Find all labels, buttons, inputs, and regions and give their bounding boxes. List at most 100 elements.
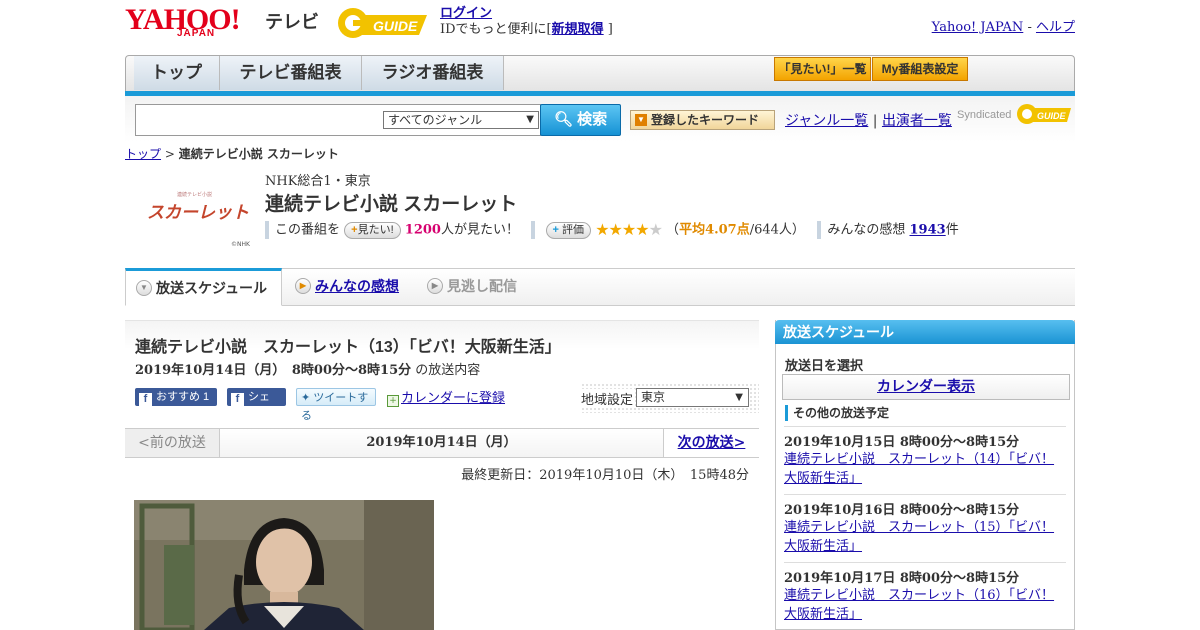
- login-area: ログイン IDでもっと便利に[新規取得 ]: [440, 6, 613, 38]
- calendar-register: + カレンダーに登録: [387, 387, 505, 407]
- calendar-view-link[interactable]: カレンダー表示: [877, 379, 975, 395]
- svg-text:GUIDE: GUIDE: [373, 18, 418, 34]
- tv-logo-label[interactable]: テレビ: [265, 8, 319, 34]
- last-updated: 最終更新日：2019年10月10日（木） 15時48分: [461, 468, 749, 483]
- next-broadcast-button[interactable]: 次の放送>: [663, 429, 759, 457]
- tab-reviews[interactable]: ▶ みんなの感想: [285, 269, 415, 305]
- schedule-item-date: 2019年10月16日 8時00分～8時15分: [784, 503, 1020, 518]
- chevron-down-icon: ▼: [735, 392, 743, 403]
- episode-title: 連続テレビ小説 スカーレット（13）「ビバ！大阪新生活」: [135, 339, 561, 356]
- performer-list-link[interactable]: 出演者一覧: [882, 113, 952, 129]
- star-empty-icon: ★: [648, 220, 663, 239]
- chevron-down-icon: ▼: [635, 114, 647, 126]
- schedule-item-date: 2019年10月15日 8時00分～8時15分: [784, 435, 1020, 450]
- search-icon: 🔍︎: [553, 111, 573, 128]
- svg-text:GUIDE: GUIDE: [1037, 111, 1067, 121]
- nav-tab-top[interactable]: トップ: [134, 56, 220, 90]
- genre-select[interactable]: すべてのジャンル ▼: [383, 111, 539, 129]
- chevron-down-icon: ▼: [136, 280, 152, 296]
- schedule-item-link[interactable]: 連続テレビ小説 スカーレット（14）「ビバ！大阪新生活」: [784, 450, 1066, 488]
- calendar-register-link[interactable]: カレンダーに登録: [401, 391, 505, 406]
- my-schedule-settings-button[interactable]: My番組表設定: [872, 57, 968, 81]
- tweet-button[interactable]: ✦ ツイートする: [296, 388, 376, 422]
- region-select-value: 東京: [641, 390, 666, 404]
- search-links: ジャンル一覧 | 出演者一覧: [785, 110, 952, 130]
- search-links-separator: |: [872, 113, 878, 129]
- program-title: 連続テレビ小説 スカーレット: [265, 194, 518, 215]
- prev-broadcast-button[interactable]: <前の放送: [125, 429, 220, 457]
- broadcast-pager: <前の放送 2019年10月14日（月） 次の放送>: [125, 428, 759, 458]
- want-button-label: 見たい!: [357, 223, 394, 236]
- region-select[interactable]: 東京 ▼: [636, 388, 749, 407]
- schedule-item-date: 2019年10月17日 8時00分～8時15分: [784, 571, 1020, 586]
- reviews-count-link[interactable]: 1943: [910, 223, 946, 238]
- play-icon: ▶: [295, 278, 311, 294]
- divider: [531, 221, 536, 239]
- signup-link[interactable]: 新規取得: [552, 22, 604, 37]
- plus-icon: +: [552, 223, 559, 236]
- genre-list-link[interactable]: ジャンル一覧: [785, 113, 868, 129]
- search-button[interactable]: 🔍︎ 検索: [540, 104, 621, 136]
- program-channel: NHK総合1・東京: [265, 174, 371, 189]
- rating-open: （: [666, 222, 680, 238]
- rate-button-label: 評価: [562, 223, 585, 236]
- reviews-suffix: 件: [945, 222, 959, 238]
- nav-tab-tv-listings[interactable]: テレビ番組表: [220, 56, 362, 90]
- tab-broadcast-schedule[interactable]: ▼ 放送スケジュール: [125, 268, 282, 306]
- divider: [817, 221, 822, 239]
- syndicated-label: Syndicated: [957, 108, 1012, 121]
- program-logo-image: 連続テレビ小説 スカーレット ©NHK: [133, 172, 253, 252]
- login-link[interactable]: ログイン: [440, 6, 492, 21]
- rating-count: /644人）: [749, 222, 805, 238]
- facebook-icon: f: [139, 393, 152, 406]
- breadcrumb-top-link[interactable]: トップ: [125, 147, 161, 161]
- help-link[interactable]: ヘルプ: [1036, 20, 1075, 35]
- program-logo-text: スカーレット: [147, 203, 249, 223]
- login-text-pre: IDでもっと便利に[: [440, 22, 552, 37]
- select-date-label: 放送日を選択: [785, 359, 864, 374]
- sidebar-title: 放送スケジュール: [775, 320, 1075, 344]
- search-bar: すべてのジャンル ▼ 🔍︎ 検索 ▼ 登録したキーワード ジャンル一覧 | 出演…: [125, 96, 1075, 142]
- episode-header: 連続テレビ小説 スカーレット（13）「ビバ！大阪新生活」 2019年10月14日…: [125, 320, 759, 422]
- twitter-bird-icon: ✦: [301, 392, 311, 404]
- gguide-logo[interactable]: GUIDE: [335, 5, 431, 41]
- page: YAHOO! JAPAN テレビ GUIDE ログイン IDでもっと便利に[新規…: [125, 0, 1075, 630]
- yahoo-japan-link[interactable]: Yahoo! JAPAN: [932, 20, 1024, 35]
- rating-average: 平均4.07点: [679, 222, 750, 238]
- next-broadcast-link[interactable]: 次の放送>: [678, 435, 746, 451]
- facebook-share-button[interactable]: f シェア: [227, 388, 286, 421]
- rating-stars: ★★★★★: [595, 220, 663, 239]
- want-prefix: この番組を: [275, 222, 341, 238]
- other-schedule-label: その他の放送予定: [785, 405, 889, 421]
- want-button[interactable]: +見たい!: [344, 221, 401, 239]
- tab-label: 放送スケジュール: [156, 280, 268, 296]
- syndicated-gguide-badge: Syndicated GUIDE: [957, 102, 1073, 128]
- want-count: 1200: [404, 222, 441, 238]
- registered-keyword-label: 登録したキーワード: [651, 113, 760, 127]
- tab-label: みんなの感想: [315, 278, 399, 294]
- schedule-sidebar: 放送スケジュール 放送日を選択 カレンダー表示 その他の放送予定 2019年10…: [775, 320, 1075, 630]
- schedule-item-link[interactable]: 連続テレビ小説 スカーレット（16）「ビバ！大阪新生活」: [784, 586, 1066, 624]
- breadcrumb-current: 連続テレビ小説 スカーレット: [178, 147, 339, 161]
- region-setting: 地域設定 東京 ▼: [581, 383, 759, 413]
- want-suffix: 人が見たい！: [440, 222, 519, 238]
- rate-button[interactable]: + 評価: [545, 221, 592, 239]
- want-list-button[interactable]: 「見たい!」一覧: [774, 57, 871, 81]
- schedule-item: 2019年10月17日 8時00分～8時15分 連続テレビ小説 スカーレット（1…: [784, 562, 1066, 624]
- schedule-item: 2019年10月16日 8時00分～8時15分 連続テレビ小説 スカーレット（1…: [784, 494, 1066, 556]
- current-broadcast-date: 2019年10月14日（月）: [366, 435, 517, 450]
- registered-keyword-button[interactable]: ▼ 登録したキーワード: [630, 110, 775, 130]
- program-meta: この番組を +見たい! 1200人が見たい！ + 評価 ★★★★★ （平均4.0…: [265, 220, 959, 240]
- facebook-recommend-button[interactable]: f おすすめ 1: [135, 388, 217, 406]
- tab-catch-up[interactable]: ▶ 見逃し配信: [417, 269, 547, 305]
- schedule-item-link[interactable]: 連続テレビ小説 スカーレット（15）「ビバ！大阪新生活」: [784, 518, 1066, 556]
- episode-section: 連続テレビ小説 スカーレット（13）「ビバ！大阪新生活」 2019年10月14日…: [125, 320, 759, 630]
- calendar-view-button[interactable]: カレンダー表示: [782, 374, 1070, 400]
- divider: [265, 221, 269, 239]
- main-nav: トップ テレビ番組表 ラジオ番組表 「見たい!」一覧 My番組表設定: [125, 55, 1075, 91]
- program-logo-credit: ©NHK: [231, 241, 251, 248]
- calendar-add-icon: +: [387, 395, 399, 407]
- nav-tab-radio-listings[interactable]: ラジオ番組表: [362, 56, 504, 90]
- episode-datetime-suffix: の放送内容: [415, 363, 481, 378]
- tab-label: 見逃し配信: [447, 278, 517, 294]
